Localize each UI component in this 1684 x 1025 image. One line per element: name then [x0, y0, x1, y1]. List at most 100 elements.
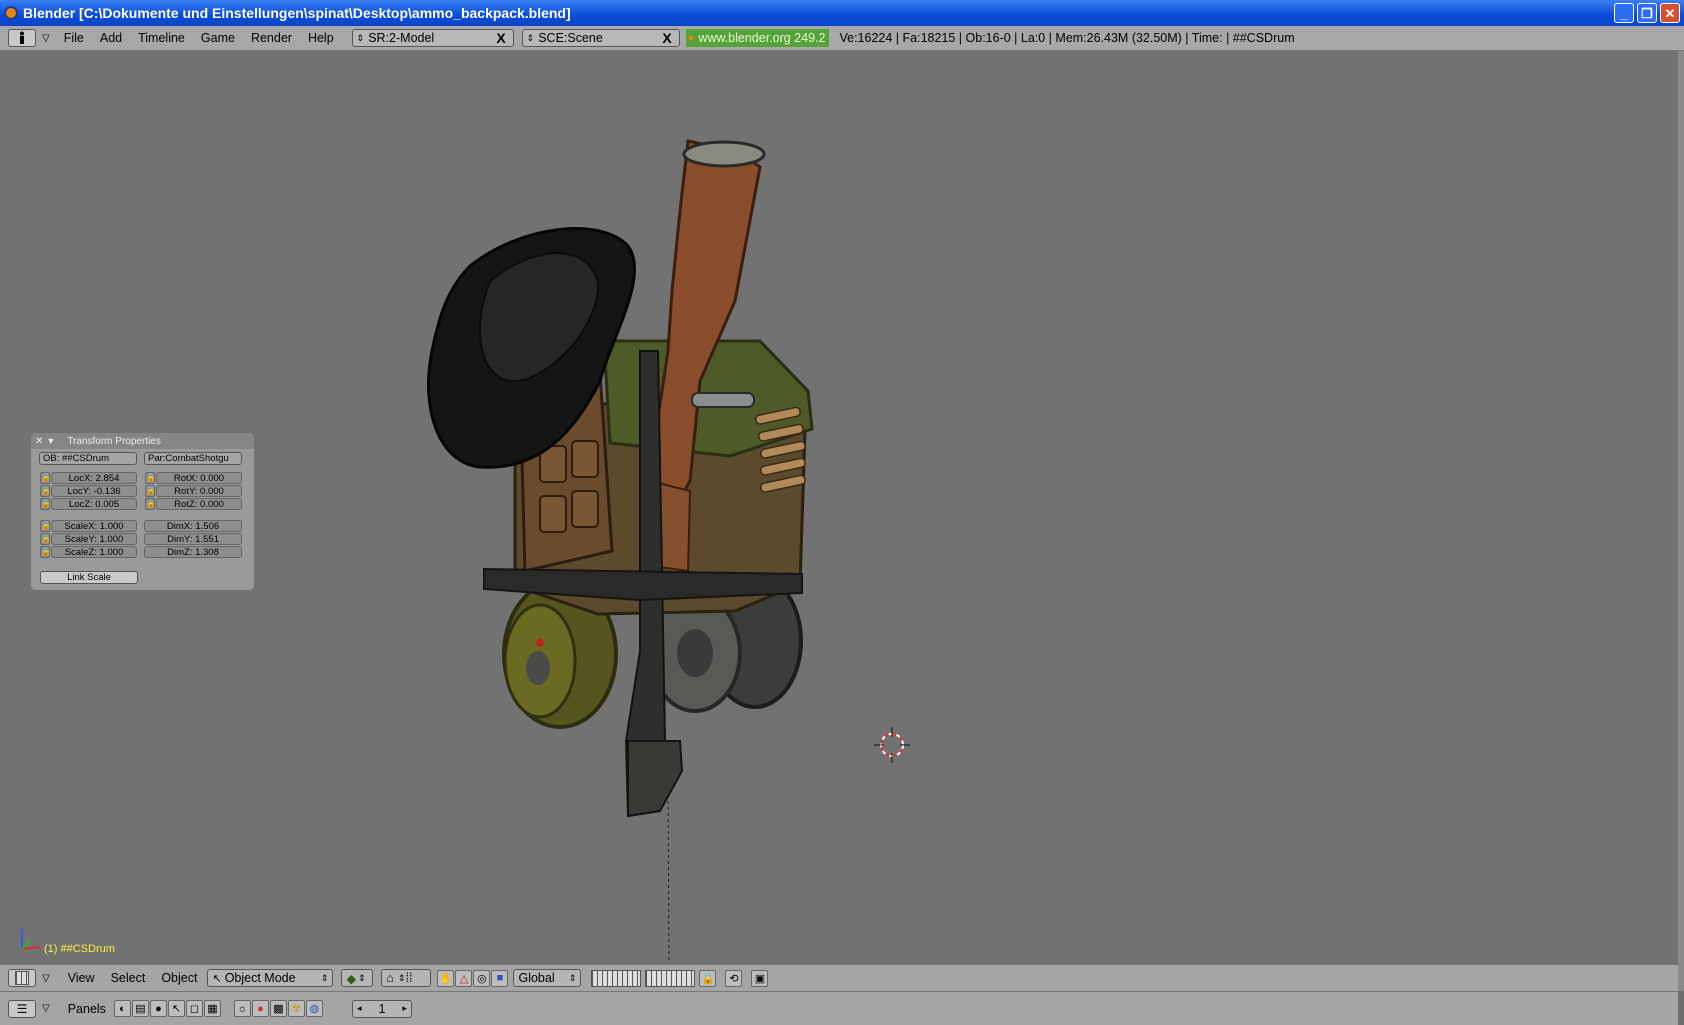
object-name-field[interactable]: OB: ##CSDrum — [39, 452, 137, 465]
window-titlebar: Blender [C:\Dokumente und Einstellungen\… — [0, 0, 1684, 26]
lock-icon[interactable]: 🔒 — [40, 533, 51, 545]
axis-gizmo-icon — [21, 929, 41, 950]
scene-selector[interactable]: ⇕ SCE:Scene X — [521, 29, 680, 47]
close-button[interactable]: ✕ — [1660, 3, 1680, 23]
object-mode-icon: ↖ — [212, 972, 222, 985]
menu-game[interactable]: Game — [193, 31, 243, 45]
layers-group-1[interactable] — [591, 969, 642, 987]
info-window-type-icon[interactable] — [8, 29, 36, 47]
rotz-field[interactable]: RotZ: 0.000 — [156, 498, 242, 510]
menu-object[interactable]: Object — [153, 971, 205, 985]
scalez-field[interactable]: ScaleZ: 1.000 — [51, 546, 137, 558]
menu-view[interactable]: View — [60, 971, 103, 985]
collapse-triangle-icon[interactable]: ▽ — [42, 33, 50, 44]
lamp-icon[interactable]: ☼ — [233, 1000, 251, 1017]
collapse-triangle-icon[interactable]: ▼ — [46, 436, 55, 446]
collapse-triangle-icon[interactable]: ▽ — [42, 973, 50, 984]
world-icon[interactable]: ◍ — [305, 1000, 323, 1017]
blender-logo-icon — [4, 6, 18, 20]
blender-logo-icon: ● — [687, 32, 695, 44]
lock-icon[interactable]: 🔒 — [145, 472, 156, 484]
delete-screen-button[interactable]: X — [493, 30, 508, 46]
frame-number-field[interactable]: ◂ 1 ▸ — [351, 999, 412, 1018]
lock-icon[interactable]: 🔒 — [40, 472, 51, 484]
minimize-button[interactable]: _ — [1614, 3, 1634, 23]
logic-context-icon[interactable]: ◐ — [113, 1000, 131, 1017]
parent-name-field[interactable]: Par:CombatShotgu — [144, 452, 242, 465]
3d-viewport[interactable]: ✕ ▼ Transform Properties OB: ##CSDrum Pa… — [0, 51, 1678, 963]
orientation-select[interactable]: Global ⇕ — [513, 969, 582, 987]
editing-context-icon[interactable]: ◻ — [185, 1000, 203, 1017]
frame-value: 1 — [378, 1001, 386, 1016]
delete-scene-button[interactable]: X — [659, 30, 674, 46]
script-context-icon[interactable]: ▤ — [131, 1000, 149, 1017]
roty-field[interactable]: RotY: 0.000 — [156, 485, 242, 497]
updown-arrows-icon: ⇕ — [398, 972, 406, 983]
mode-select[interactable]: ↖ Object Mode ⇕ — [207, 969, 334, 987]
dimx-field[interactable]: DimX: 1.506 — [144, 520, 242, 532]
window-edge — [1678, 51, 1684, 991]
mode-select-value: Object Mode — [224, 971, 296, 985]
close-panel-icon[interactable]: ✕ — [35, 436, 43, 447]
parent-name-value: Par:CombatShotgu — [148, 453, 229, 464]
screen-selector[interactable]: ⇕ SR:2-Model X — [351, 29, 514, 47]
lock-icon[interactable]: 🔒 — [40, 520, 51, 532]
panel-header[interactable]: ✕ ▼ Transform Properties — [31, 433, 254, 449]
panel-title: Transform Properties — [67, 435, 161, 447]
dimy-field[interactable]: DimY: 1.551 — [144, 533, 242, 545]
lock-layers-icon[interactable]: 🔒 — [699, 969, 717, 987]
scale-manipulator-icon[interactable]: ■ — [491, 969, 509, 987]
menu-add[interactable]: Add — [92, 31, 130, 45]
updown-arrows-icon: ⇕ — [320, 972, 329, 983]
lock-icon[interactable]: 🔒 — [40, 485, 51, 497]
manipulator-hand-icon[interactable]: ✋ — [437, 969, 455, 987]
scaley-field[interactable]: ScaleY: 1.000 — [51, 533, 137, 545]
lock-icon[interactable]: 🔒 — [145, 498, 156, 510]
decrement-arrow-icon[interactable]: ◂ — [357, 1003, 362, 1014]
locx-field[interactable]: LocX: 2.854 — [51, 472, 137, 484]
material-icon[interactable]: ● — [251, 1000, 269, 1017]
menu-timeline[interactable]: Timeline — [130, 31, 193, 45]
window-title: Blender [C:\Dokumente und Einstellungen\… — [23, 5, 571, 21]
layer-buttons[interactable] — [591, 969, 696, 987]
translate-manipulator-icon[interactable]: △ — [455, 969, 473, 987]
ogl-render-icon[interactable]: ⟲ — [725, 969, 743, 987]
menu-help[interactable]: Help — [300, 31, 342, 45]
pivot-icon: ⌂ — [386, 971, 395, 985]
link-scale-button[interactable]: Link Scale — [40, 571, 138, 584]
active-object-label: (1) ##CSDrum — [44, 943, 115, 955]
buttons-header: ☰ ▽ Panels ◐ ▤ ● ↖ ◻ ▦ ☼ ● ▩ ☢ ◍ ◂ 1 ▸ — [0, 991, 1678, 1025]
locy-field[interactable]: LocY: -0.136 — [51, 485, 137, 497]
3d-cursor-icon[interactable] — [874, 727, 910, 763]
object-context-icon[interactable]: ↖ — [167, 1000, 185, 1017]
menu-render[interactable]: Render — [243, 31, 300, 45]
pivot-select[interactable]: ⌂ ⇕ ⁞⁞ — [381, 969, 432, 987]
dimz-field[interactable]: DimZ: 1.308 — [144, 546, 242, 558]
render-preview-icon[interactable]: ▣ — [751, 969, 769, 987]
version-label: www.blender.org 249.2 — [698, 31, 826, 45]
screen-name: SR:2-Model — [368, 31, 435, 45]
updown-arrows-icon: ⇕ — [356, 32, 365, 43]
menu-file[interactable]: File — [56, 31, 92, 45]
texture-icon[interactable]: ▩ — [269, 1000, 287, 1017]
shading-context-icon[interactable]: ● — [149, 1000, 167, 1017]
lock-icon[interactable]: 🔒 — [145, 485, 156, 497]
transform-properties-panel[interactable]: ✕ ▼ Transform Properties OB: ##CSDrum Pa… — [31, 433, 254, 590]
locz-field[interactable]: LocZ: 0.005 — [51, 498, 137, 510]
menu-select[interactable]: Select — [103, 971, 154, 985]
editor-type-buttons-icon[interactable]: ☰ — [8, 999, 36, 1018]
maximize-button[interactable]: ❐ — [1637, 3, 1657, 23]
layers-group-2[interactable] — [645, 969, 696, 987]
collapse-triangle-icon[interactable]: ▽ — [42, 1003, 50, 1014]
lock-icon[interactable]: 🔒 — [40, 498, 51, 510]
radiosity-icon[interactable]: ☢ — [287, 1000, 305, 1017]
scene-context-icon[interactable]: ▦ — [203, 1000, 221, 1017]
version-badge: ● www.blender.org 249.2 — [685, 29, 830, 47]
rotx-field[interactable]: RotX: 0.000 — [156, 472, 242, 484]
rotate-manipulator-icon[interactable]: ◎ — [473, 969, 491, 987]
lock-icon[interactable]: 🔒 — [40, 546, 51, 558]
scalex-field[interactable]: ScaleX: 1.000 — [51, 520, 137, 532]
increment-arrow-icon[interactable]: ▸ — [402, 1003, 407, 1014]
editor-type-3dview-icon[interactable] — [8, 969, 36, 987]
draw-type-select[interactable]: ◆ ⇕ — [341, 969, 374, 987]
